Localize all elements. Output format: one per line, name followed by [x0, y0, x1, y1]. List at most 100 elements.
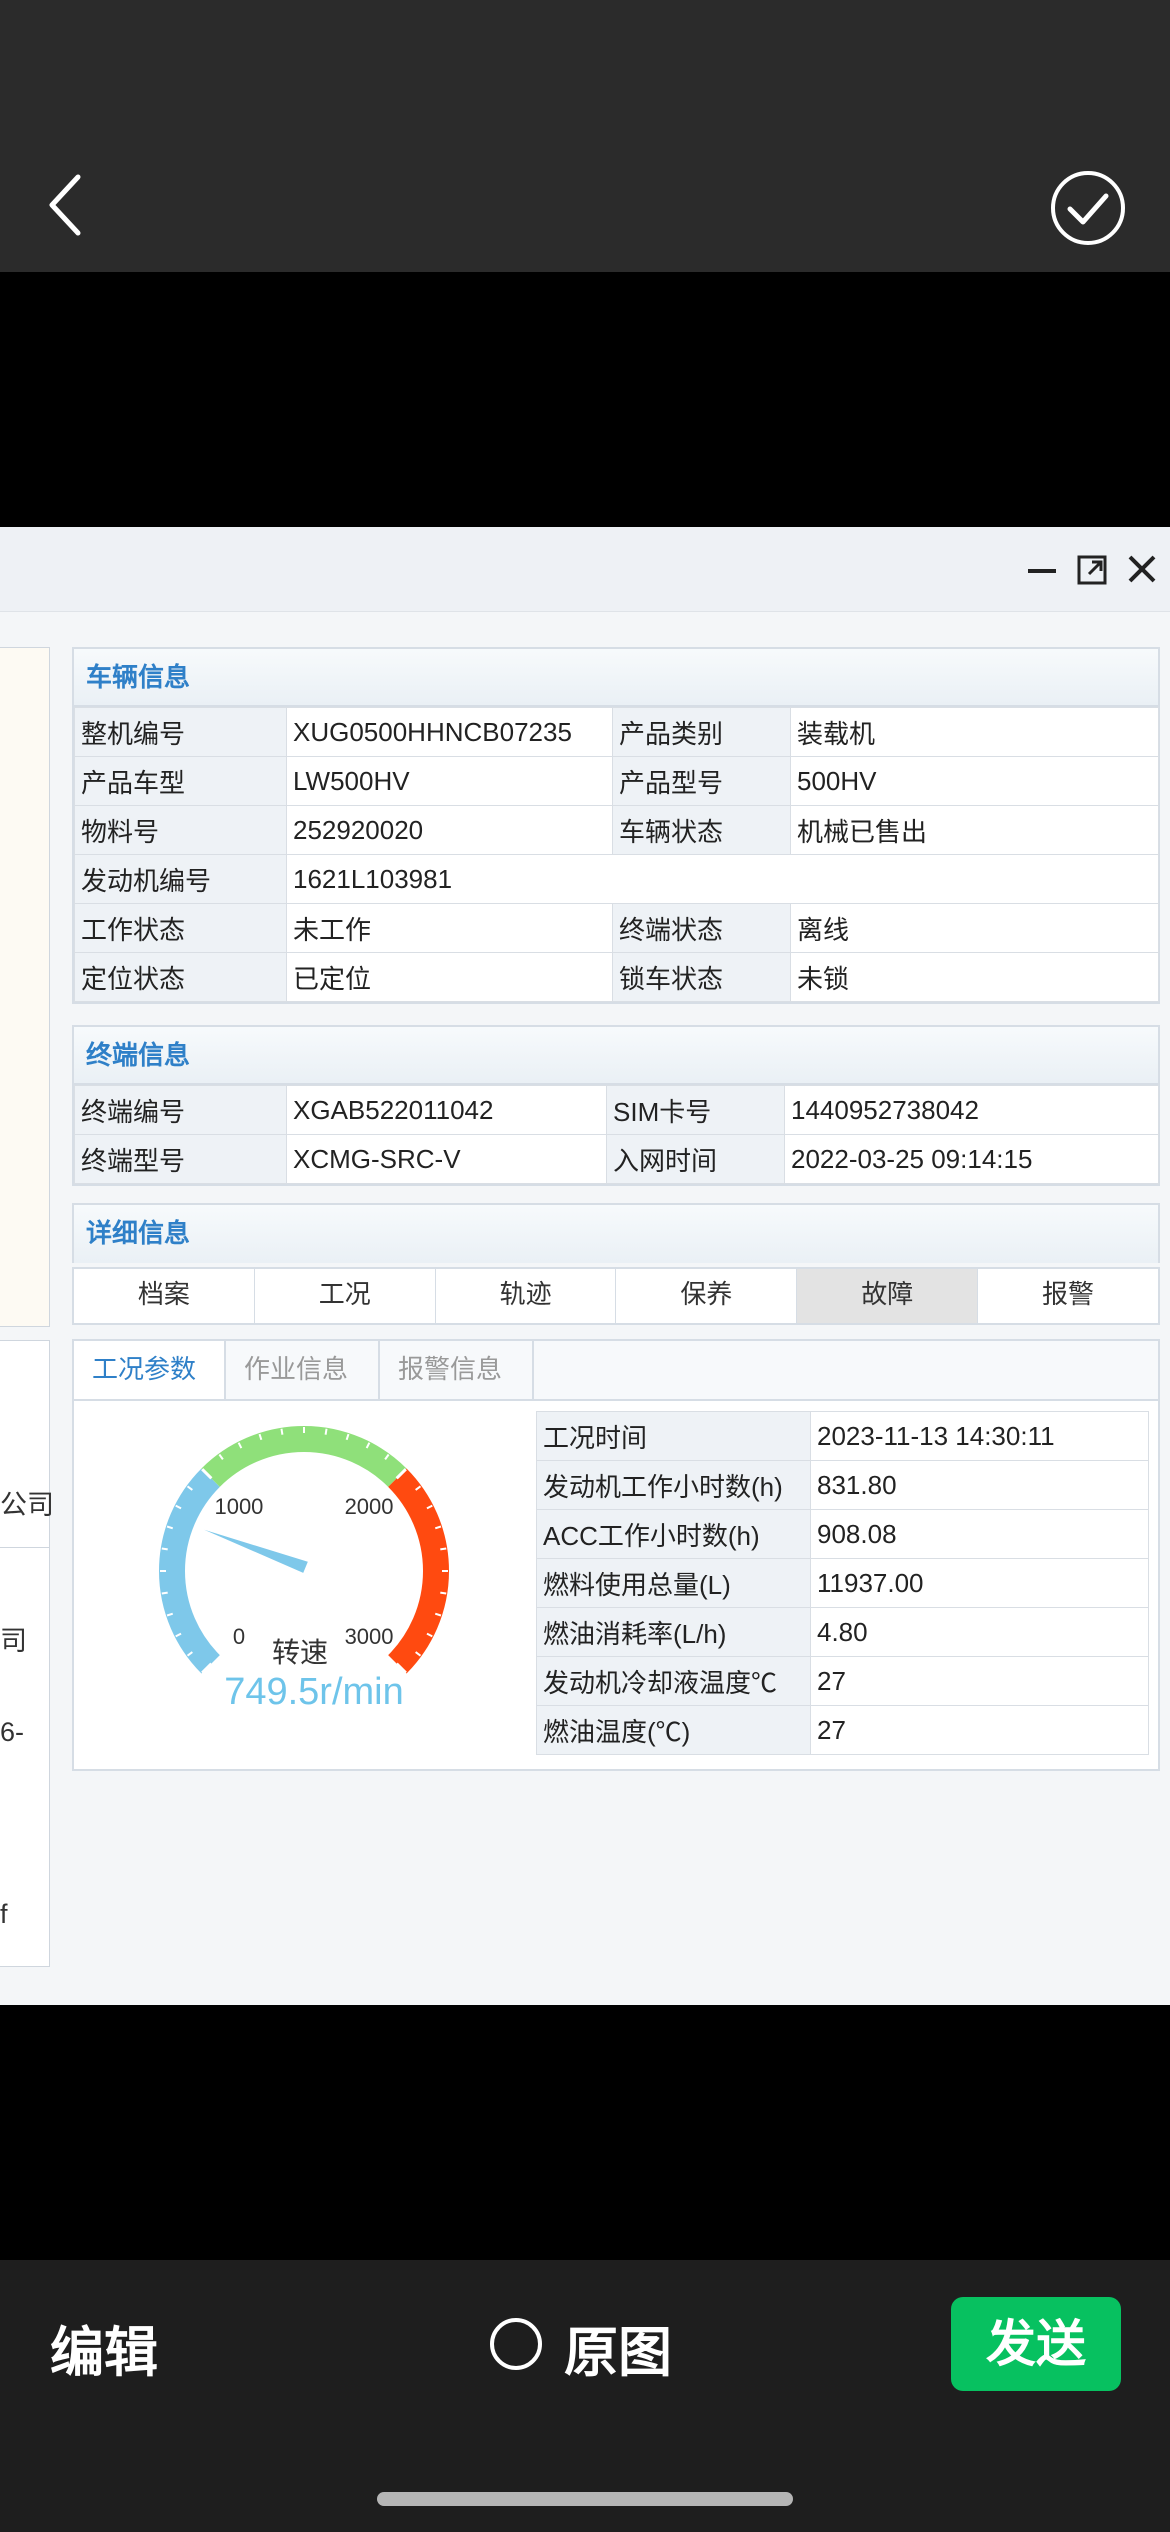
gauge-tick — [161, 1591, 168, 1595]
back-button[interactable] — [40, 165, 100, 245]
table-row: 产品车型 LW500HV 产品型号 500HV — [74, 756, 1159, 806]
table-row: 工作状态 未工作 终端状态 离线 — [74, 903, 1159, 953]
field-label: 入网时间 — [606, 1134, 785, 1184]
left-panel-fragment — [0, 647, 50, 1327]
param-label: 燃油消耗率(L/h) — [536, 1607, 811, 1657]
home-indicator — [377, 2492, 793, 2506]
field-label: 锁车状态 — [612, 952, 791, 1002]
table-row: 燃油温度(℃) 27 — [536, 1705, 1149, 1755]
check-circle-icon — [1051, 171, 1125, 245]
maximize-icon — [1077, 555, 1107, 585]
field-label: 整机编号 — [74, 707, 287, 757]
field-value: 机械已售出 — [790, 805, 1159, 855]
field-value: 1621L103981 — [286, 854, 1159, 904]
field-value: 装载机 — [790, 707, 1159, 757]
table-row: 发动机工作小时数(h) 831.80 — [536, 1460, 1149, 1510]
table-row: 整机编号 XUG0500HHNCB07235 产品类别 装载机 — [74, 707, 1159, 757]
send-button[interactable]: 发送 — [951, 2297, 1121, 2391]
terminal-info-panel: 终端信息 终端编号 XGAB522011042 SIM卡号 1440952738… — [72, 1025, 1160, 1186]
minimize-button[interactable] — [1024, 549, 1060, 589]
table-row: 燃料使用总量(L) 11937.00 — [536, 1558, 1149, 1608]
param-value: 831.80 — [810, 1460, 1149, 1510]
field-label: 工作状态 — [74, 903, 287, 953]
tab-archive[interactable]: 档案 — [74, 1269, 255, 1323]
field-value: 未锁 — [790, 952, 1159, 1002]
table-row: 物料号 252920020 车辆状态 机械已售出 — [74, 805, 1159, 855]
tab-working-condition[interactable]: 工况 — [254, 1269, 436, 1323]
table-row: 终端编号 XGAB522011042 SIM卡号 1440952738042 — [74, 1085, 1159, 1135]
edit-button[interactable]: 编辑 — [50, 2308, 158, 2387]
field-label: 终端型号 — [74, 1134, 287, 1184]
field-label: 产品车型 — [74, 756, 287, 806]
param-label: 发动机冷却液温度℃ — [536, 1656, 811, 1706]
param-label: ACC工作小时数(h) — [536, 1509, 811, 1559]
field-label: 发动机编号 — [74, 854, 287, 904]
param-value: 908.08 — [810, 1509, 1149, 1559]
field-value: 500HV — [790, 756, 1159, 806]
param-value: 27 — [810, 1656, 1149, 1706]
window-header — [0, 527, 1170, 612]
tab-fault[interactable]: 故障 — [797, 1269, 979, 1323]
sub-tabs: 工况参数 作业信息 报警信息 — [74, 1341, 1158, 1401]
terminal-info-table: 终端编号 XGAB522011042 SIM卡号 1440952738042 终… — [74, 1085, 1159, 1184]
gauge-tick — [324, 1428, 328, 1435]
field-value: 已定位 — [286, 952, 613, 1002]
working-params-table-wrap: 工况时间 2023-11-13 14:30:11 发动机工作小时数(h) 831.8… — [536, 1411, 1149, 1755]
maximize-button[interactable] — [1074, 549, 1110, 589]
gauge-tick-label: 2000 — [345, 1494, 394, 1519]
sub-tab-alarm-info[interactable]: 报警信息 — [380, 1341, 534, 1399]
field-value: 252920020 — [286, 805, 613, 855]
original-image-label[interactable]: 原图 — [564, 2308, 672, 2387]
tab-alarm[interactable]: 报警 — [978, 1269, 1158, 1323]
table-row: 终端型号 XCMG-SRC-V 入网时间 2022-03-25 09:14:15 — [74, 1134, 1159, 1184]
tab-track[interactable]: 轨迹 — [435, 1269, 617, 1323]
field-value: 1440952738042 — [784, 1085, 1159, 1135]
field-value: LW500HV — [286, 756, 613, 806]
photo-content: 公司 司 6- f 车辆信息 整机编号 XUG0500HHNCB07235 产品… — [0, 527, 1170, 2005]
left-fragment-text: 司 — [0, 1626, 27, 1656]
param-value: 27 — [810, 1705, 1149, 1755]
table-row: 发动机冷却液温度℃ 27 — [536, 1656, 1149, 1706]
gauge-tick — [440, 1547, 447, 1551]
sub-tab-working-params[interactable]: 工况参数 — [74, 1341, 226, 1399]
gauge-tick-label: 3000 — [345, 1624, 394, 1649]
viewer-bottom-bar: 编辑 原图 发送 — [0, 2260, 1170, 2532]
field-label: 产品型号 — [612, 756, 791, 806]
vehicle-info-title: 车辆信息 — [74, 649, 1158, 707]
field-value: 2022-03-25 09:14:15 — [784, 1134, 1159, 1184]
field-label: 车辆状态 — [612, 805, 791, 855]
close-button[interactable] — [1124, 549, 1160, 589]
field-label: SIM卡号 — [606, 1085, 785, 1135]
left-fragment-text: 公司 — [0, 1490, 54, 1520]
close-icon — [1128, 555, 1156, 583]
table-row: ACC工作小时数(h) 908.08 — [536, 1509, 1149, 1559]
working-params-panel: 工况参数 作业信息 报警信息 0 1000 2000 3000 转速 749.5… — [72, 1339, 1160, 1771]
field-label: 终端状态 — [612, 903, 791, 953]
gauge-tick — [161, 1547, 168, 1551]
field-value: XCMG-SRC-V — [286, 1134, 607, 1184]
terminal-info-title: 终端信息 — [74, 1027, 1158, 1085]
detail-info-title: 详细信息 — [74, 1205, 1158, 1263]
param-value: 2023-11-13 14:30:11 — [810, 1411, 1149, 1461]
gauge-needle — [204, 1529, 308, 1573]
table-row: 工况时间 2023-11-13 14:30:11 — [536, 1411, 1149, 1461]
param-value: 4.80 — [810, 1607, 1149, 1657]
field-value: 离线 — [790, 903, 1159, 953]
original-image-radio[interactable] — [490, 2318, 542, 2370]
table-row: 发动机编号 1621L103981 — [74, 854, 1159, 904]
gauge-tick — [280, 1428, 284, 1435]
left-fragment-text: 6- — [0, 1717, 25, 1747]
minimize-icon — [1028, 569, 1056, 573]
tab-maintenance[interactable]: 保养 — [616, 1269, 798, 1323]
gauge-tick-label: 1000 — [214, 1494, 263, 1519]
field-value: 未工作 — [286, 903, 613, 953]
gauge-tick — [440, 1591, 447, 1595]
field-label: 物料号 — [74, 805, 287, 855]
confirm-button[interactable] — [1048, 168, 1128, 248]
param-value: 11937.00 — [810, 1558, 1149, 1608]
gauge-label: 转速 — [272, 1636, 329, 1669]
viewer-top-bar — [0, 0, 1170, 272]
gauge-value: 749.5r/min — [224, 1671, 404, 1713]
vehicle-info-panel: 车辆信息 整机编号 XUG0500HHNCB07235 产品类别 装载机 产品车… — [72, 647, 1160, 1004]
sub-tab-operation-info[interactable]: 作业信息 — [226, 1341, 380, 1399]
